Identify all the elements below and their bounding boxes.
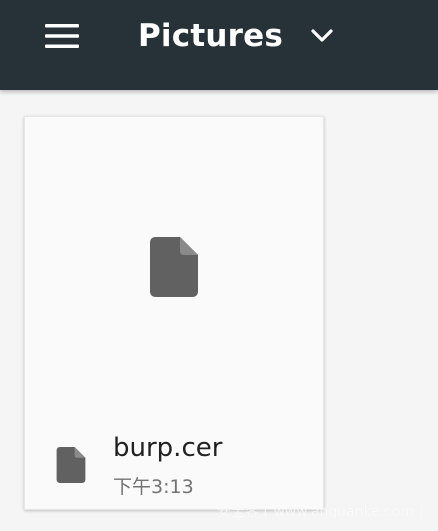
- page-title: Pictures: [138, 18, 283, 54]
- file-name: burp.cer: [113, 433, 223, 463]
- location-dropdown[interactable]: Pictures: [128, 10, 333, 62]
- file-card[interactable]: burp.cer 下午3:13: [24, 116, 324, 510]
- watermark: 安全客 ( www.anquanke.com ): [216, 504, 424, 520]
- file-icon: [150, 237, 198, 301]
- hamburger-menu-icon: [45, 24, 79, 48]
- app-window: Pictures burp.cer 下午3:13 安全客 (www.anqua…: [0, 0, 438, 531]
- file-thumbnail: [25, 117, 323, 417]
- file-modified-time: 下午3:13: [113, 476, 194, 498]
- file-details: burp.cer 下午3:13: [25, 417, 323, 509]
- menu-button[interactable]: [36, 16, 88, 56]
- top-app-bar: Pictures: [0, 0, 438, 90]
- chevron-down-icon: [311, 29, 333, 43]
- file-type-icon: [56, 447, 86, 487]
